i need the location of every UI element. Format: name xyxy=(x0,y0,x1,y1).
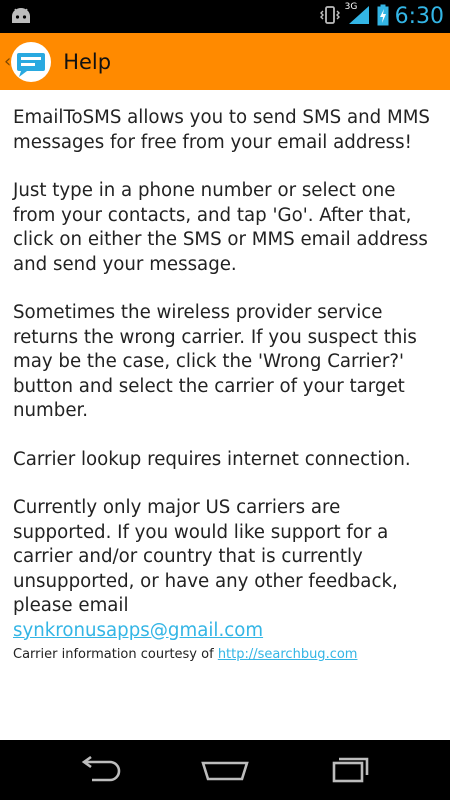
support-email-link[interactable]: synkronusapps@gmail.com xyxy=(13,620,263,641)
status-clock: 6:30 xyxy=(394,4,444,29)
android-notification-icon xyxy=(10,5,32,29)
status-icons: 3G 6:30 xyxy=(319,0,444,33)
back-button[interactable] xyxy=(70,753,130,787)
back-icon xyxy=(81,755,121,782)
help-paragraph-support: Currently only major US carriers are sup… xyxy=(13,496,441,643)
signal-icon: 3G xyxy=(344,1,371,30)
support-text: Currently only major US carriers are sup… xyxy=(13,497,398,616)
carrier-credit: Carrier information courtesy of http://s… xyxy=(13,646,357,664)
help-paragraph-wrong-carrier: Sometimes the wireless provider service … xyxy=(13,302,417,421)
battery-charging-icon xyxy=(377,4,389,30)
help-paragraph-internet: Carrier lookup requires internet connect… xyxy=(13,448,411,470)
navigation-bar xyxy=(0,740,450,800)
recent-apps-icon xyxy=(332,757,369,783)
app-message-icon xyxy=(11,41,52,82)
help-paragraph-usage: Just type in a phone number or select on… xyxy=(13,180,428,275)
recent-apps-button[interactable] xyxy=(320,753,380,787)
home-button[interactable] xyxy=(195,753,255,787)
network-type: 3G xyxy=(344,1,358,12)
help-paragraph-intro: EmailToSMS allows you to send SMS and MM… xyxy=(13,107,430,153)
home-icon xyxy=(201,761,249,781)
help-content: EmailToSMS allows you to send SMS and MM… xyxy=(13,106,441,667)
home-up-button[interactable]: ‹ xyxy=(0,33,53,90)
credit-text: Carrier information courtesy of xyxy=(13,647,214,662)
vibrate-icon xyxy=(319,4,341,30)
status-bar: 3G 6:30 xyxy=(0,0,450,33)
action-bar: ‹ Help xyxy=(0,33,450,90)
searchbug-link[interactable]: http://searchbug.com xyxy=(218,647,358,662)
page-title: Help xyxy=(63,49,112,74)
